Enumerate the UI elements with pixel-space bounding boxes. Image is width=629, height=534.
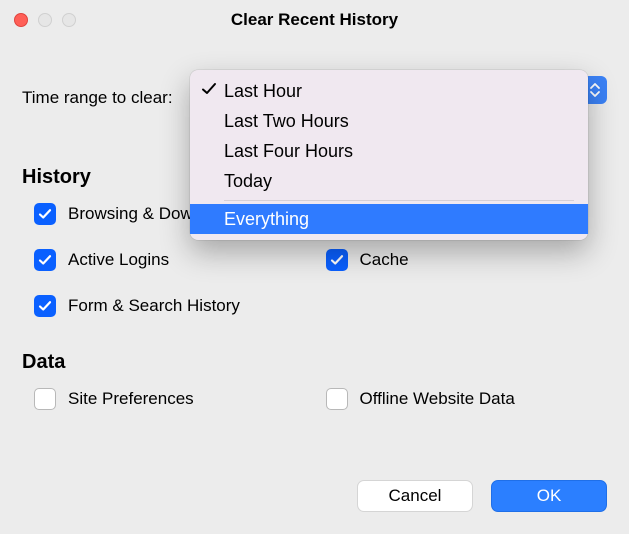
checkbox-label-active-logins: Active Logins [68, 250, 169, 270]
checkmark-icon [38, 207, 52, 221]
dropdown-option-label: Everything [224, 209, 309, 230]
window-close-button[interactable] [14, 13, 28, 27]
cancel-button[interactable]: Cancel [357, 480, 473, 512]
checkbox-site-prefs[interactable] [34, 388, 56, 410]
dropdown-option-last-hour[interactable]: Last Hour [194, 76, 584, 106]
traffic-lights [0, 13, 76, 27]
time-range-label: Time range to clear: [22, 88, 173, 108]
checkbox-label-form-search: Form & Search History [68, 296, 240, 316]
window-zoom-button[interactable] [62, 13, 76, 27]
titlebar: Clear Recent History [0, 0, 629, 40]
time-range-dropdown[interactable]: Last Hour Last Two Hours Last Four Hours… [190, 70, 588, 240]
checkmark-icon [200, 80, 220, 100]
checkbox-cache[interactable] [326, 249, 348, 271]
checkbox-row-active-logins[interactable]: Active Logins [34, 249, 316, 271]
checkbox-label-cache: Cache [360, 250, 409, 270]
checkbox-offline-data[interactable] [326, 388, 348, 410]
checkbox-row-offline-data[interactable]: Offline Website Data [326, 388, 608, 410]
checkbox-active-logins[interactable] [34, 249, 56, 271]
dropdown-option-label: Last Two Hours [224, 111, 349, 132]
dropdown-option-everything[interactable]: Everything [190, 204, 588, 234]
dropdown-separator [224, 200, 574, 201]
dropdown-option-last-two-hours[interactable]: Last Two Hours [194, 106, 584, 136]
checkbox-label-site-prefs: Site Preferences [68, 389, 194, 409]
dropdown-option-today[interactable]: Today [194, 166, 584, 196]
checkbox-browsing[interactable] [34, 203, 56, 225]
data-heading: Data [22, 351, 607, 374]
checkmark-icon [38, 253, 52, 267]
checkbox-row-site-prefs[interactable]: Site Preferences [34, 388, 316, 410]
window-minimize-button[interactable] [38, 13, 52, 27]
checkmark-icon [330, 253, 344, 267]
window-title: Clear Recent History [0, 10, 629, 30]
dropdown-option-label: Last Hour [224, 81, 302, 102]
checkbox-label-offline-data: Offline Website Data [360, 389, 515, 409]
dropdown-option-last-four-hours[interactable]: Last Four Hours [194, 136, 584, 166]
dropdown-option-label: Today [224, 171, 272, 192]
chevron-up-down-icon [589, 82, 601, 98]
checkbox-row-form-search[interactable]: Form & Search History [34, 295, 316, 317]
dropdown-option-label: Last Four Hours [224, 141, 353, 162]
checkbox-form-search[interactable] [34, 295, 56, 317]
checkbox-row-cache[interactable]: Cache [326, 249, 608, 271]
checkmark-icon [38, 299, 52, 313]
ok-button[interactable]: OK [491, 480, 607, 512]
